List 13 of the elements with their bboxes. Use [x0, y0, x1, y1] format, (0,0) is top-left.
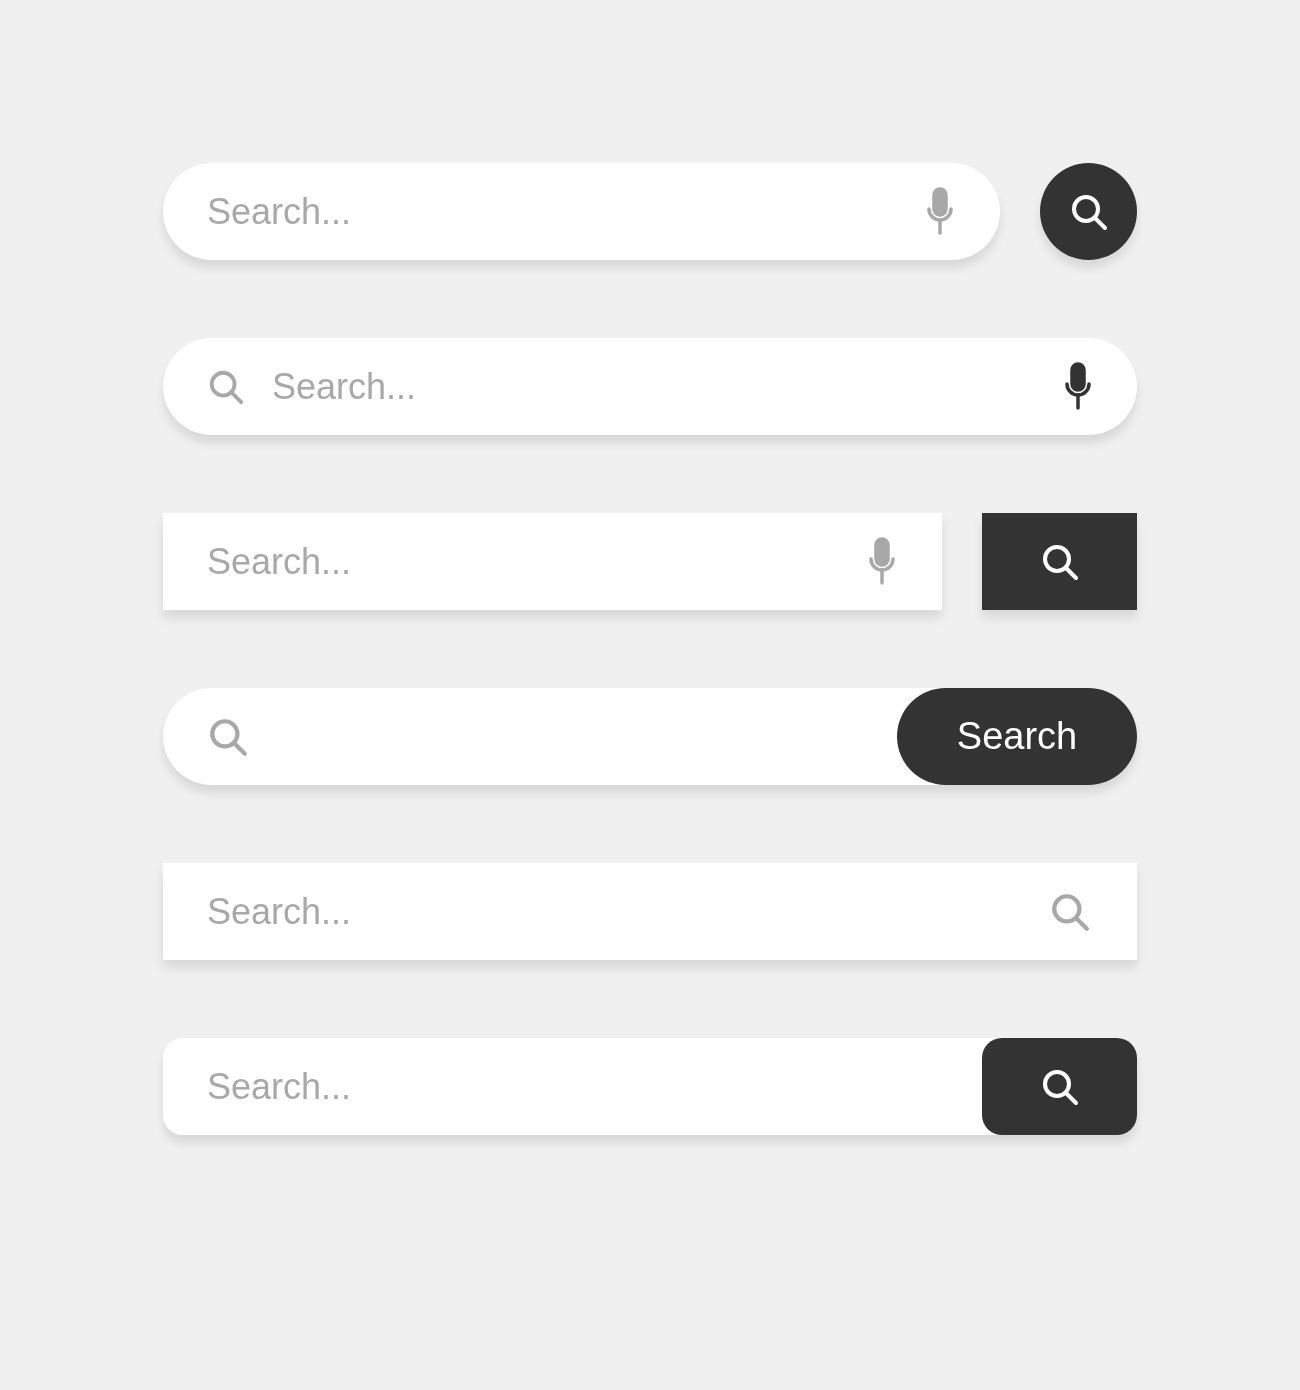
search-icon	[1049, 891, 1091, 933]
search-field[interactable]: Search...	[163, 863, 1137, 960]
search-field[interactable]: Search...	[163, 163, 1000, 260]
search-button[interactable]	[1040, 163, 1137, 260]
search-button[interactable]	[982, 513, 1137, 610]
search-field[interactable]: Search...	[163, 1038, 982, 1135]
search-field[interactable]: Search...	[163, 338, 1137, 435]
search-icon	[207, 716, 249, 758]
search-icon	[207, 368, 245, 406]
microphone-icon[interactable]	[1064, 362, 1092, 410]
search-button[interactable]: Search	[897, 688, 1137, 785]
search-field[interactable]: Search...	[163, 513, 942, 610]
search-button[interactable]	[982, 1038, 1137, 1135]
